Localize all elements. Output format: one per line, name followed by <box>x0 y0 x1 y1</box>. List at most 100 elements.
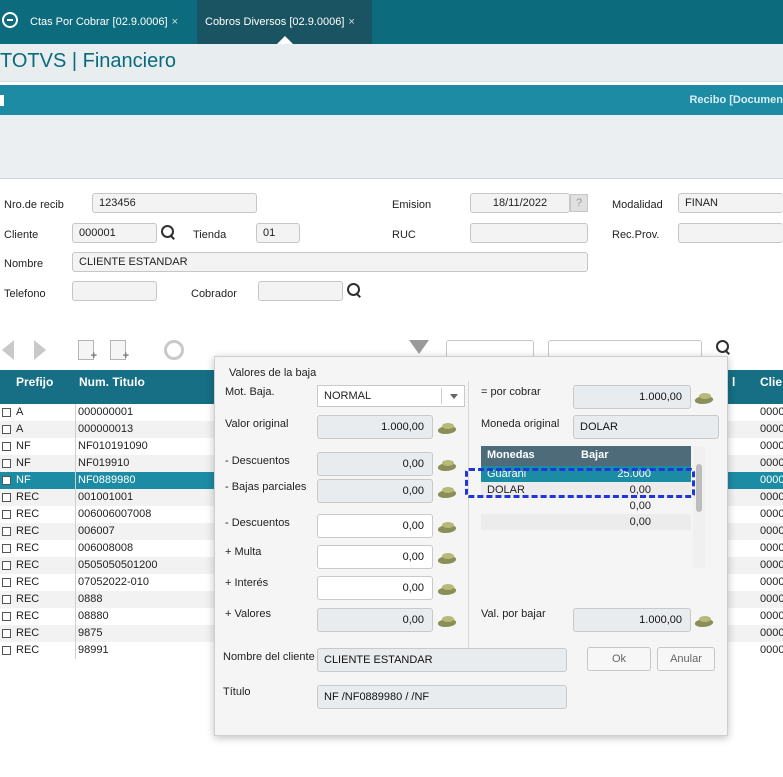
mot-baja-select[interactable]: NORMAL <box>317 385 465 407</box>
close-icon[interactable]: × <box>348 16 354 28</box>
row-checkbox[interactable] <box>2 425 11 434</box>
row-prefijo: REC <box>16 610 40 622</box>
nombre-cliente-label: Nombre del cliente <box>223 651 315 663</box>
row-checkbox[interactable] <box>2 459 11 468</box>
coins-icon[interactable] <box>695 393 715 405</box>
descuentos-label: - Descuentos <box>225 455 290 467</box>
coins-icon[interactable] <box>695 616 715 628</box>
next-arrow-icon[interactable] <box>34 340 46 360</box>
row-checkbox[interactable] <box>2 595 11 604</box>
bajar-header: Bajar <box>581 449 609 461</box>
row-checkbox[interactable] <box>2 612 11 621</box>
moneda-row[interactable]: 0,00 <box>481 498 691 514</box>
filter-icon[interactable] <box>409 340 429 354</box>
nombre-field[interactable]: CLIENTE ESTANDAR <box>72 252 588 272</box>
scroll-thumb[interactable] <box>696 464 702 512</box>
row-cliente: 0000 <box>760 593 783 605</box>
col-l[interactable]: l <box>728 370 756 404</box>
row-num-titulo: 000000013 <box>78 423 134 435</box>
emision-field[interactable]: 18/11/2022 <box>470 193 570 213</box>
row-num-titulo: 006007 <box>78 525 115 537</box>
tab-ctas-por-cobrar[interactable]: Ctas Por Cobrar [02.9.0006] × <box>22 0 197 44</box>
coins-icon[interactable] <box>438 423 458 435</box>
row-num-titulo: 08880 <box>78 610 109 622</box>
row-checkbox[interactable] <box>2 527 11 536</box>
row-checkbox[interactable] <box>2 493 11 502</box>
moneda-original-field: DOLAR <box>573 415 719 439</box>
ruc-label: RUC <box>392 229 416 241</box>
prev-arrow-icon[interactable] <box>2 340 14 360</box>
multa-field[interactable]: 0,00 <box>317 545 433 569</box>
valor-original-label: Valor original <box>225 418 289 430</box>
row-cliente: 0000 <box>760 423 783 435</box>
row-cliente: 0000 <box>760 457 783 469</box>
moneda-original-label: Moneda original <box>481 418 560 430</box>
recprov-field[interactable] <box>678 223 783 243</box>
coins-icon[interactable] <box>438 616 458 628</box>
search-icon[interactable] <box>347 283 361 297</box>
row-checkbox[interactable] <box>2 578 11 587</box>
row-checkbox[interactable] <box>2 476 11 485</box>
row-checkbox[interactable] <box>2 646 11 655</box>
monedas-scrollbar[interactable] <box>693 446 705 568</box>
col-prefijo[interactable]: Prefijo <box>0 370 75 404</box>
add-doc-icon[interactable] <box>78 340 97 362</box>
bajas-dialog: Valores de la baja Mot. Baja. NORMAL Val… <box>214 356 728 736</box>
telefono-field[interactable] <box>72 281 157 301</box>
cliente-field[interactable]: 000001 <box>72 223 157 243</box>
help-button[interactable]: ? <box>570 194 588 212</box>
coins-icon[interactable] <box>438 522 458 534</box>
coins-icon[interactable] <box>438 460 458 472</box>
row-checkbox[interactable] <box>2 510 11 519</box>
tab-label: Ctas Por Cobrar [02.9.0006] <box>30 16 168 28</box>
strip-marker <box>0 95 4 106</box>
row-prefijo: A <box>16 423 24 435</box>
gear-icon[interactable] <box>164 340 184 360</box>
chevron-down-icon <box>450 394 458 399</box>
row-prefijo: REC <box>16 644 40 656</box>
row-cliente: 0000 <box>760 491 783 503</box>
col-cliente[interactable]: Clie <box>756 370 783 404</box>
row-checkbox[interactable] <box>2 544 11 553</box>
close-icon[interactable]: × <box>172 16 178 28</box>
ok-button[interactable]: Ok <box>587 647 651 671</box>
tienda-field[interactable]: 01 <box>256 223 300 243</box>
row-checkbox[interactable] <box>2 408 11 417</box>
titulo-label: Título <box>223 686 251 698</box>
grid-column-line <box>75 404 76 659</box>
tab-cobros-diversos[interactable]: Cobros Diversos [02.9.0006] × <box>197 0 372 44</box>
modalidad-label: Modalidad <box>612 199 663 211</box>
ruc-field[interactable] <box>470 223 588 243</box>
interes-field[interactable]: 0,00 <box>317 576 433 600</box>
coins-icon[interactable] <box>438 584 458 596</box>
moneda-row[interactable]: 0,00 <box>481 514 691 530</box>
col-cliente-label: Clie <box>760 375 783 389</box>
row-checkbox[interactable] <box>2 561 11 570</box>
row-checkbox[interactable] <box>2 629 11 638</box>
add-doc-icon[interactable] <box>110 340 129 362</box>
coins-icon[interactable] <box>438 487 458 499</box>
emision-label: Emision <box>392 199 432 211</box>
recprov-label: Rec.Prov. <box>612 229 660 241</box>
totvs-logo-icon[interactable] <box>2 12 18 28</box>
col-num-titulo[interactable]: Num. Titulo <box>75 370 220 404</box>
col-l-label: l <box>732 375 736 389</box>
anular-button[interactable]: Anular <box>657 647 715 671</box>
interes-label: + Interés <box>225 577 269 589</box>
group-title: Valores de la baja <box>229 367 317 379</box>
row-checkbox[interactable] <box>2 442 11 451</box>
cobrador-field[interactable] <box>258 281 343 301</box>
row-num-titulo: 0888 <box>78 593 103 605</box>
modalidad-field[interactable]: FINAN <box>678 193 783 213</box>
nro-recib-field[interactable]: 123456 <box>92 193 257 213</box>
descuentos2-field[interactable]: 0,00 <box>317 514 433 538</box>
row-cliente: 0000 <box>760 508 783 520</box>
row-cliente: 0000 <box>760 559 783 571</box>
nombre-label: Nombre <box>4 258 44 270</box>
row-prefijo: NF <box>16 474 31 486</box>
row-prefijo: REC <box>16 525 40 537</box>
coins-icon[interactable] <box>438 553 458 565</box>
row-num-titulo: NF010191090 <box>78 440 148 452</box>
search-icon[interactable] <box>716 340 730 354</box>
search-icon[interactable] <box>161 225 175 239</box>
